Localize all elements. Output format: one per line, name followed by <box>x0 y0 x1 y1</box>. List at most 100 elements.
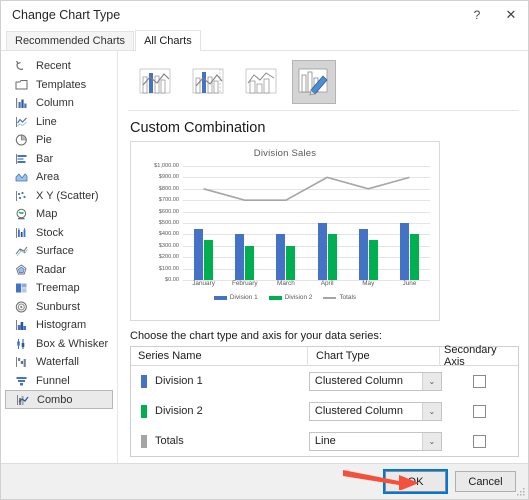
chart-totals-line <box>183 166 430 280</box>
series-table-header: Series Name Chart Type Secondary Axis <box>131 344 518 368</box>
sidebar-item-templates[interactable]: Templates <box>5 76 113 95</box>
chart-y-tick-label: $600.00 <box>158 208 179 215</box>
series-name-cell: Totals <box>131 434 301 448</box>
chart-type-cell: Line ⌄ <box>301 431 442 451</box>
tab-all-charts[interactable]: All Charts <box>135 30 201 51</box>
sidebar-item-radar[interactable]: Radar <box>5 261 113 280</box>
chart-legend-label: Division 2 <box>284 294 313 301</box>
secondary-axis-cell <box>442 434 518 448</box>
sidebar-item-label: Bar <box>36 152 54 165</box>
sidebar-item-scatter[interactable]: X Y (Scatter) <box>5 187 113 206</box>
dropdown-value: Clustered Column <box>314 375 403 387</box>
dialog-title: Change Chart Type <box>12 8 121 22</box>
sidebar-item-label: Radar <box>36 263 66 276</box>
chart-y-tick-label: $500.00 <box>158 220 179 226</box>
sidebar-item-histogram[interactable]: Histogram <box>5 316 113 335</box>
sidebar-item-column[interactable]: Column <box>5 94 113 113</box>
waterfall-icon <box>14 355 29 369</box>
sidebar-item-box-whisker[interactable]: Box & Whisker <box>5 335 113 354</box>
series-name-label: Division 2 <box>155 405 203 417</box>
column-header-chart-type: Chart Type <box>307 346 439 366</box>
sidebar-item-label: Waterfall <box>36 356 79 369</box>
sidebar-item-label: Sunburst <box>36 300 81 313</box>
chart-y-tick-label: $300.00 <box>158 242 179 249</box>
secondary-axis-cell <box>442 374 518 388</box>
sidebar-item-recent[interactable]: Recent <box>5 57 113 76</box>
thumbnail-clustered-column-line[interactable] <box>133 60 177 104</box>
sidebar-item-label: Pie <box>36 134 52 147</box>
sidebar-item-label: Funnel <box>36 374 70 387</box>
title-bar: Change Chart Type ? ✕ <box>1 1 528 29</box>
table-row: Totals Line ⌄ <box>131 426 518 456</box>
tab-recommended-charts[interactable]: Recommended Charts <box>6 31 135 50</box>
sidebar-item-label: Histogram <box>36 319 87 332</box>
series-table: Series Name Chart Type Secondary Axis Di… <box>130 344 519 457</box>
sidebar-item-combo[interactable]: Combo <box>5 390 113 409</box>
sidebar-item-line[interactable]: Line <box>5 113 113 132</box>
chevron-down-icon[interactable]: ⌄ <box>421 432 441 450</box>
secondary-axis-checkbox-division-2[interactable] <box>473 404 487 418</box>
series-name-label: Division 1 <box>155 375 203 387</box>
secondary-axis-checkbox-division-1[interactable] <box>473 374 487 388</box>
help-icon[interactable]: ? <box>460 1 494 29</box>
thumbnail-clustered-column-line-secondary-axis[interactable] <box>186 60 230 104</box>
close-icon[interactable]: ✕ <box>494 1 528 29</box>
surface-icon <box>14 244 29 258</box>
series-color-swatch <box>141 374 147 388</box>
secondary-axis-checkbox-totals[interactable] <box>473 434 487 448</box>
sidebar-item-bar[interactable]: Bar <box>5 150 113 169</box>
sidebar-item-label: Surface <box>36 245 74 258</box>
combo-icon <box>15 393 30 407</box>
sidebar-item-waterfall[interactable]: Waterfall <box>5 353 113 372</box>
chart-y-tick-label: $400.00 <box>158 231 179 238</box>
column-header-series-name: Series Name <box>138 350 202 362</box>
annotation-arrow <box>343 470 419 490</box>
sidebar-item-label: Recent <box>36 60 71 73</box>
funnel-icon <box>14 374 29 388</box>
chart-y-tick-label: $800.00 <box>158 185 179 192</box>
change-chart-type-dialog: Change Chart Type ? ✕ Recommended Charts… <box>0 0 529 500</box>
sidebar-item-label: Stock <box>36 226 64 239</box>
arrow-shape <box>343 470 419 490</box>
chart-x-tick-label: May <box>362 280 375 287</box>
chart-y-tick-label: $700.00 <box>158 197 179 204</box>
cancel-button[interactable]: Cancel <box>455 471 516 492</box>
chart-title: Division Sales <box>253 148 317 159</box>
thumbnail-stacked-area-clustered-column[interactable] <box>239 60 283 104</box>
sidebar-item-map[interactable]: Map <box>5 205 113 224</box>
histogram-icon <box>14 318 29 332</box>
chart-type-dropdown-division-1[interactable]: Clustered Column ⌄ <box>308 371 442 391</box>
series-name-cell: Division 1 <box>131 374 301 388</box>
sidebar-item-sunburst[interactable]: Sunburst <box>5 298 113 317</box>
chart-type-dropdown-totals[interactable]: Line ⌄ <box>308 431 442 451</box>
recent-icon <box>14 59 29 73</box>
sidebar-item-pie[interactable]: Pie <box>5 131 113 150</box>
chart-type-dropdown-division-2[interactable]: Clustered Column ⌄ <box>308 401 442 421</box>
sidebar-item-stock[interactable]: Stock <box>5 224 113 243</box>
thumbnail-custom-combination[interactable] <box>292 60 336 104</box>
sidebar-item-surface[interactable]: Surface <box>5 242 113 261</box>
treemap-icon <box>14 281 29 295</box>
chart-legend-swatch <box>213 295 227 300</box>
chart-category-list: Recent Templates Column Line Pie Bar Are… <box>1 51 118 466</box>
series-instruction: Choose the chart type and axis for your … <box>130 330 382 342</box>
chevron-down-icon[interactable]: ⌄ <box>421 372 441 390</box>
map-icon <box>14 207 29 221</box>
sidebar-item-treemap[interactable]: Treemap <box>5 279 113 298</box>
chart-legend-label: Division 1 <box>229 294 258 301</box>
chart-legend-item: Totals <box>323 294 356 301</box>
resize-grip[interactable] <box>517 488 526 497</box>
chevron-down-icon[interactable]: ⌄ <box>421 402 441 420</box>
tab-strip: Recommended Charts All Charts <box>1 29 528 51</box>
chart-y-tick-label: $200.00 <box>158 254 179 261</box>
series-name-label: Totals <box>155 435 184 447</box>
sidebar-item-area[interactable]: Area <box>5 168 113 187</box>
main-panel: Custom Combination Division Sales $0.00 $… <box>118 51 528 466</box>
chart-x-tick-label: January <box>192 280 215 287</box>
chart-type-cell: Clustered Column ⌄ <box>301 401 442 421</box>
sidebar-item-label: X Y (Scatter) <box>36 189 99 202</box>
dropdown-value: Clustered Column <box>314 405 403 417</box>
series-name-cell: Division 2 <box>131 404 301 418</box>
radar-icon <box>14 263 29 277</box>
sidebar-item-funnel[interactable]: Funnel <box>5 372 113 391</box>
